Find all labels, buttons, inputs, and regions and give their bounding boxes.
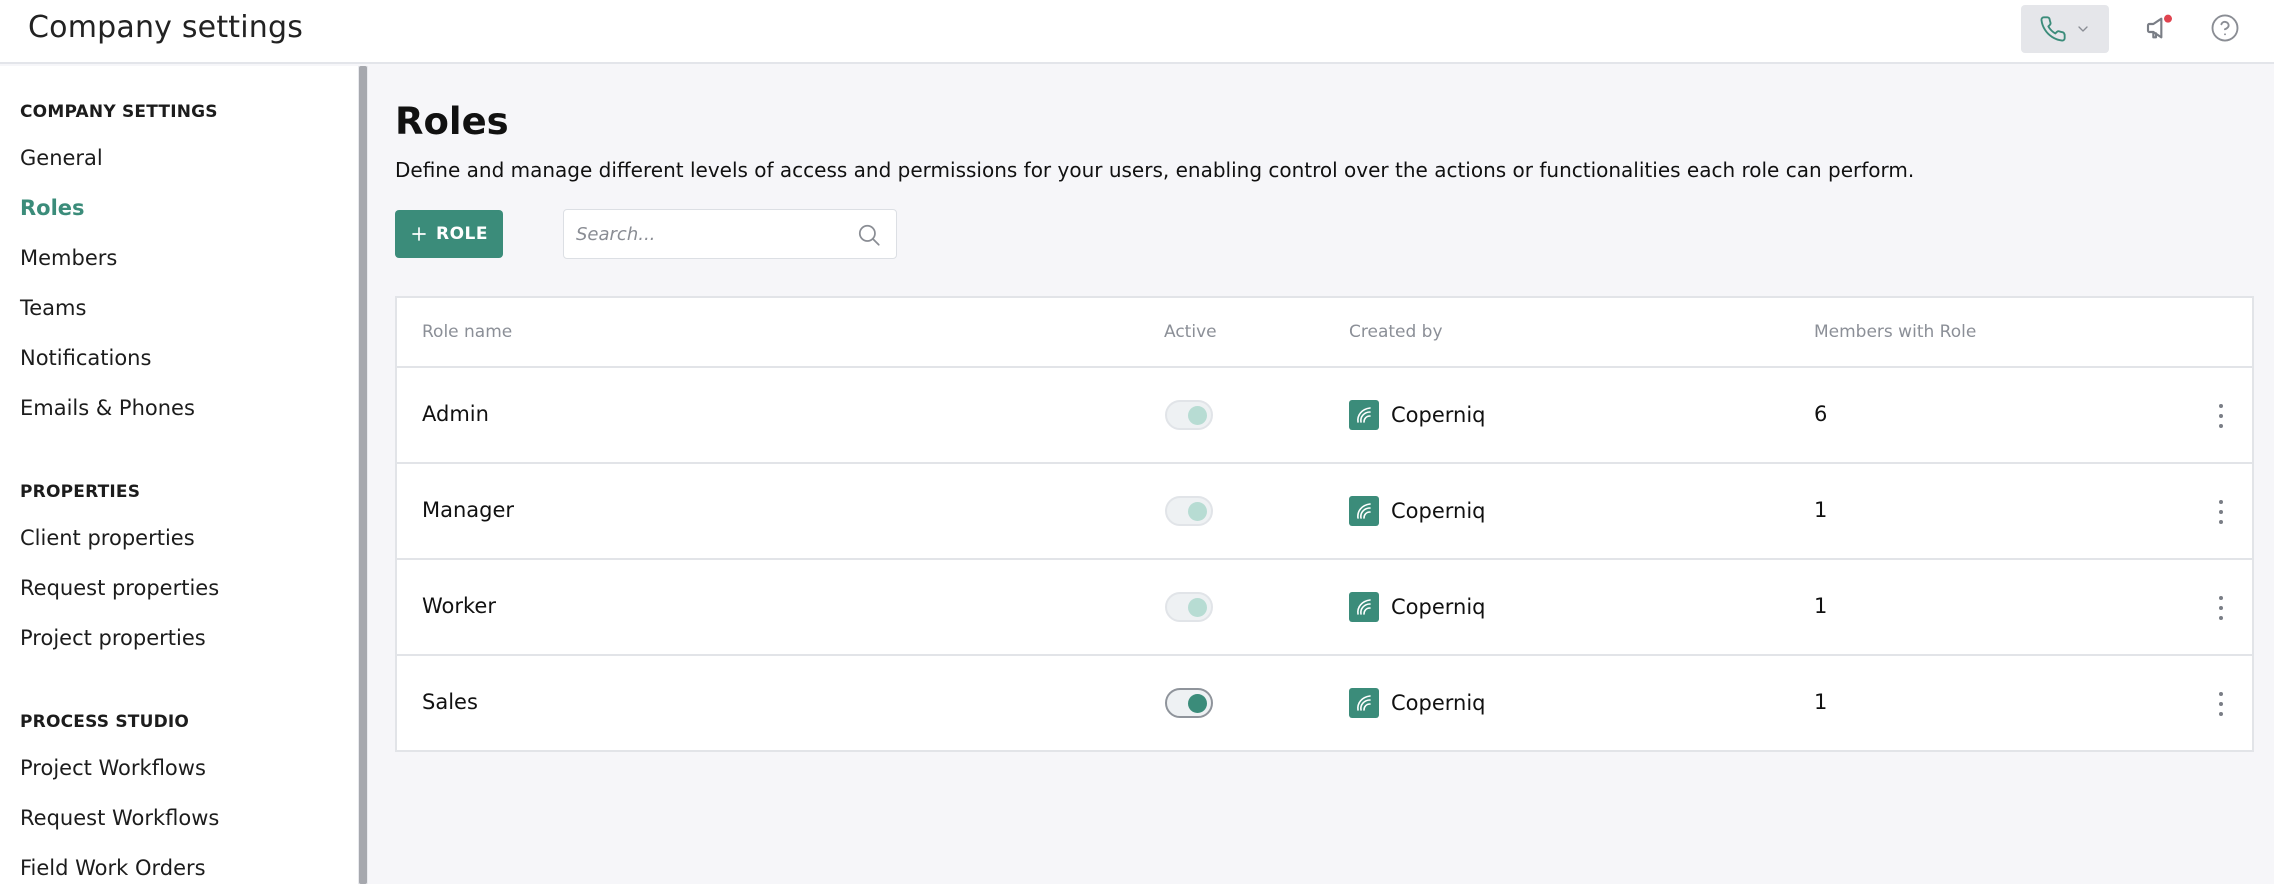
toggle-knob <box>1188 502 1207 521</box>
page-title: Roles <box>395 100 509 143</box>
members-count: 1 <box>1814 594 1828 618</box>
phone-icon <box>2040 16 2066 42</box>
creator-name: Coperniq <box>1391 691 1486 715</box>
more-vertical-icon[interactable] <box>2211 404 2231 428</box>
members-count: 1 <box>1814 498 1828 522</box>
created-by: Coperniq <box>1349 688 1486 718</box>
creator-name: Coperniq <box>1391 403 1486 427</box>
sidebar-item-project-workflows[interactable]: Project Workflows <box>20 756 206 780</box>
toggle-knob <box>1188 406 1207 425</box>
chevron-down-icon <box>2078 26 2088 32</box>
toggle-knob <box>1188 598 1207 617</box>
sidebar-item-project-properties[interactable]: Project properties <box>20 626 206 650</box>
more-vertical-icon[interactable] <box>2211 596 2231 620</box>
page-description: Define and manage different levels of ac… <box>395 158 1915 182</box>
toggle-knob <box>1188 694 1207 713</box>
table-header: Role name Active Created by Members with… <box>397 298 2252 368</box>
table-row[interactable]: Sales Coperniq 1 <box>397 656 2252 752</box>
active-toggle[interactable] <box>1165 688 1213 718</box>
column-header-active[interactable]: Active <box>1164 322 1217 342</box>
more-vertical-icon[interactable] <box>2211 692 2231 716</box>
sidebar-scrollbar[interactable] <box>358 66 368 884</box>
sidebar-item-request-workflows[interactable]: Request Workflows <box>20 806 219 830</box>
sidebar-item-notifications[interactable]: Notifications <box>20 346 151 370</box>
creator-name: Coperniq <box>1391 499 1486 523</box>
sidebar-item-client-properties[interactable]: Client properties <box>20 526 195 550</box>
role-name: Admin <box>422 402 489 426</box>
role-name: Worker <box>422 594 496 618</box>
sidebar-item-roles[interactable]: Roles <box>20 196 85 220</box>
help-circle-icon <box>2211 14 2239 42</box>
top-bar: Company settings <box>0 0 2274 64</box>
role-name: Manager <box>422 498 515 522</box>
coperniq-logo-icon <box>1349 400 1379 430</box>
coperniq-logo-icon <box>1349 592 1379 622</box>
coperniq-logo-icon <box>1349 688 1379 718</box>
more-vertical-icon[interactable] <box>2211 500 2231 524</box>
members-count: 1 <box>1814 690 1828 714</box>
sidebar-item-emails-phones[interactable]: Emails & Phones <box>20 396 195 420</box>
search-input[interactable] <box>576 210 846 258</box>
sidebar-item-teams[interactable]: Teams <box>20 296 86 320</box>
phone-menu-button[interactable] <box>2021 5 2109 53</box>
active-toggle[interactable] <box>1165 400 1213 430</box>
add-role-button-label: ROLE <box>436 224 488 244</box>
roles-table: Role name Active Created by Members with… <box>395 296 2254 752</box>
add-role-button[interactable]: ROLE <box>395 210 503 258</box>
created-by: Coperniq <box>1349 592 1486 622</box>
plus-icon <box>412 227 426 241</box>
sidebar-scrollbar-thumb[interactable] <box>359 66 367 884</box>
column-header-created-by[interactable]: Created by <box>1349 322 1443 342</box>
search-icon <box>858 224 880 246</box>
search-field[interactable] <box>563 209 897 259</box>
page-header-title: Company settings <box>28 10 304 45</box>
sidebar-section-company-settings: COMPANY SETTINGS <box>20 102 218 122</box>
created-by: Coperniq <box>1349 400 1486 430</box>
active-toggle[interactable] <box>1165 592 1213 622</box>
created-by: Coperniq <box>1349 496 1486 526</box>
coperniq-logo-icon <box>1349 496 1379 526</box>
active-toggle[interactable] <box>1165 496 1213 526</box>
sidebar-item-general[interactable]: General <box>20 146 103 170</box>
settings-sidebar: COMPANY SETTINGS General Roles Members T… <box>0 66 358 884</box>
megaphone-icon <box>2146 14 2172 39</box>
sidebar-item-request-properties[interactable]: Request properties <box>20 576 219 600</box>
sidebar-section-properties: PROPERTIES <box>20 482 141 502</box>
creator-name: Coperniq <box>1391 595 1486 619</box>
sidebar-item-members[interactable]: Members <box>20 246 117 270</box>
role-name: Sales <box>422 690 478 714</box>
column-header-members-with-role[interactable]: Members with Role <box>1814 322 1976 342</box>
column-header-role-name[interactable]: Role name <box>422 322 512 342</box>
table-row[interactable]: Admin Coperniq 6 <box>397 368 2252 464</box>
help-button[interactable] <box>2205 8 2245 48</box>
table-row[interactable]: Manager Coperniq 1 <box>397 464 2252 560</box>
sidebar-section-process-studio: PROCESS STUDIO <box>20 712 190 732</box>
members-count: 6 <box>1814 402 1828 426</box>
announcements-button[interactable] <box>2140 8 2180 48</box>
sidebar-item-field-work-orders[interactable]: Field Work Orders <box>20 856 206 880</box>
table-row[interactable]: Worker Coperniq 1 <box>397 560 2252 656</box>
